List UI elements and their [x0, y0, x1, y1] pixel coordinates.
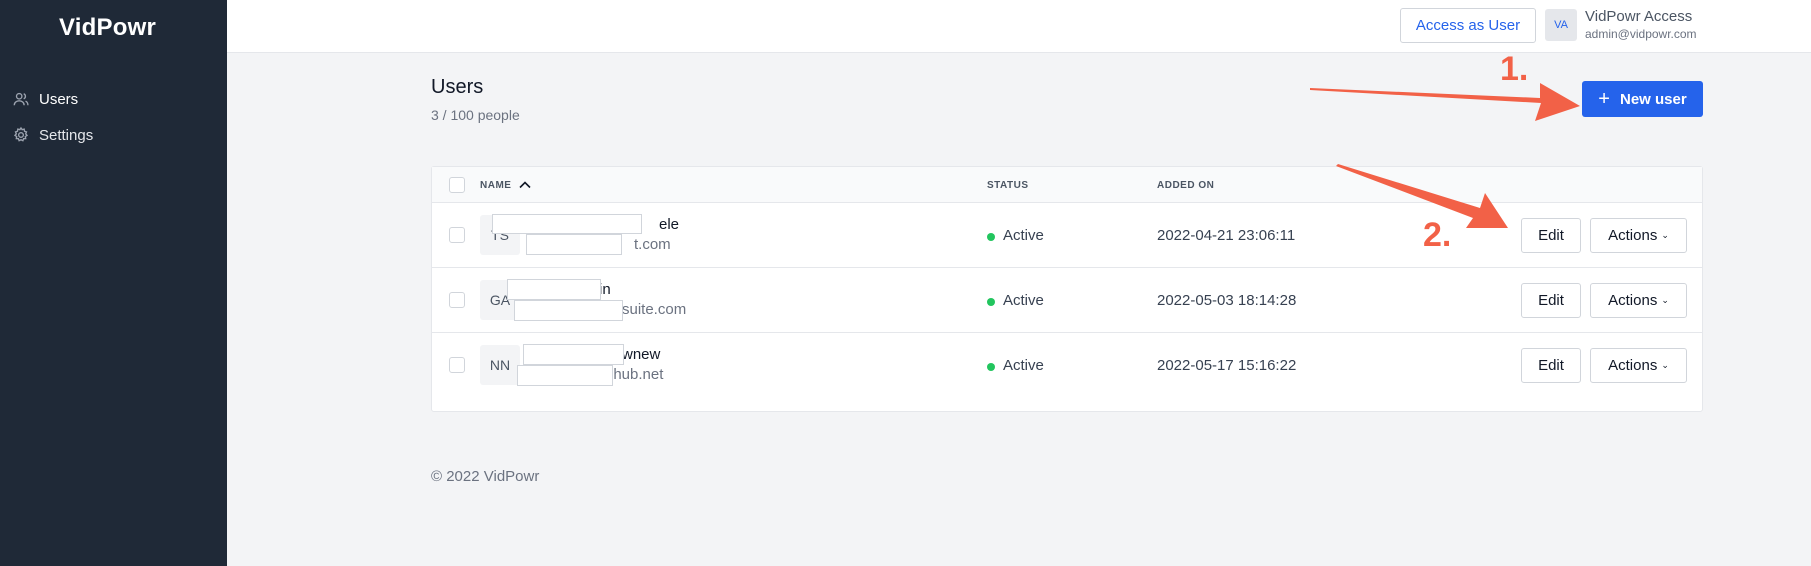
users-table: NAME STATUS ADDED ON TS ele t.com Active…: [431, 166, 1703, 412]
redaction-box: [507, 279, 601, 300]
column-header-status: STATUS: [987, 180, 1029, 191]
redaction-box: [523, 344, 624, 365]
edit-button[interactable]: Edit: [1521, 283, 1581, 318]
actions-label: Actions: [1608, 227, 1658, 244]
select-all-checkbox[interactable]: [449, 177, 465, 193]
chevron-down-icon: ⌄: [1661, 230, 1669, 240]
sidebar-item-label: Settings: [39, 126, 94, 144]
row-checkbox[interactable]: [449, 292, 465, 308]
chevron-down-icon: ⌄: [1661, 360, 1669, 370]
user-email: ihub.net: [610, 366, 664, 383]
footer-copyright: © 2022 VidPowr: [431, 468, 540, 485]
table-header: NAME STATUS ADDED ON: [432, 167, 1702, 203]
new-user-label: New user: [1619, 90, 1687, 108]
status-badge: Active: [1003, 227, 1044, 244]
redaction-box: [492, 214, 642, 234]
account-email: admin@vidpowr.com: [1585, 27, 1697, 41]
actions-label: Actions: [1608, 357, 1658, 374]
sidebar-item-settings[interactable]: Settings: [12, 121, 93, 149]
added-on-value: 2022-05-17 15:16:22: [1157, 357, 1297, 374]
table-row: GA in suite.com Active 2022-05-03 18:14:…: [432, 268, 1702, 333]
user-email: suite.com: [622, 301, 687, 318]
status-badge: Active: [1003, 292, 1044, 309]
table-row: NN wnew ihub.net Active 2022-05-17 15:16…: [432, 333, 1702, 398]
people-count: 3 / 100 people: [431, 107, 520, 123]
actions-dropdown[interactable]: Actions ⌄: [1590, 218, 1687, 253]
page-title: Users: [431, 76, 484, 98]
row-checkbox[interactable]: [449, 357, 465, 373]
sidebar-item-label: Users: [39, 90, 79, 108]
sidebar-item-users[interactable]: Users: [12, 85, 78, 113]
chevron-up-icon: [519, 181, 531, 189]
gear-icon: [13, 126, 29, 142]
access-as-user-button[interactable]: Access as User: [1400, 8, 1536, 43]
arrow-1: [1310, 83, 1580, 121]
actions-label: Actions: [1608, 292, 1658, 309]
annotation-label-1: 1.: [1500, 50, 1529, 88]
account-name[interactable]: VidPowr Access: [1585, 8, 1692, 25]
row-avatar: NN: [480, 345, 520, 385]
actions-dropdown[interactable]: Actions ⌄: [1590, 283, 1687, 318]
redaction-box: [517, 365, 613, 386]
edit-button[interactable]: Edit: [1521, 218, 1581, 253]
chevron-down-icon: ⌄: [1661, 295, 1669, 305]
plus-icon: +: [1598, 88, 1610, 110]
row-checkbox[interactable]: [449, 227, 465, 243]
table-row: TS ele t.com Active 2022-04-21 23:06:11 …: [432, 203, 1702, 268]
user-name[interactable]: wnew: [622, 346, 660, 363]
status-badge: Active: [1003, 357, 1044, 374]
redaction-box: [526, 234, 622, 255]
edit-button[interactable]: Edit: [1521, 348, 1581, 383]
user-email: t.com: [634, 236, 671, 253]
actions-dropdown[interactable]: Actions ⌄: [1590, 348, 1687, 383]
app-logo[interactable]: VidPowr: [0, 14, 215, 42]
status-dot: [987, 233, 995, 241]
users-icon: [13, 92, 29, 106]
annotation-label-2: 2.: [1423, 216, 1452, 254]
status-dot: [987, 363, 995, 371]
column-header-name[interactable]: NAME: [480, 180, 531, 191]
redaction-box: [514, 300, 623, 321]
avatar[interactable]: VA: [1545, 9, 1577, 41]
new-user-button[interactable]: + New user: [1582, 81, 1703, 117]
column-header-added-on: ADDED ON: [1157, 180, 1215, 191]
sidebar: VidPowr Users Settings: [0, 0, 227, 566]
added-on-value: 2022-04-21 23:06:11: [1157, 227, 1296, 244]
status-dot: [987, 298, 995, 306]
user-name[interactable]: ele: [659, 216, 679, 233]
added-on-value: 2022-05-03 18:14:28: [1157, 292, 1297, 309]
